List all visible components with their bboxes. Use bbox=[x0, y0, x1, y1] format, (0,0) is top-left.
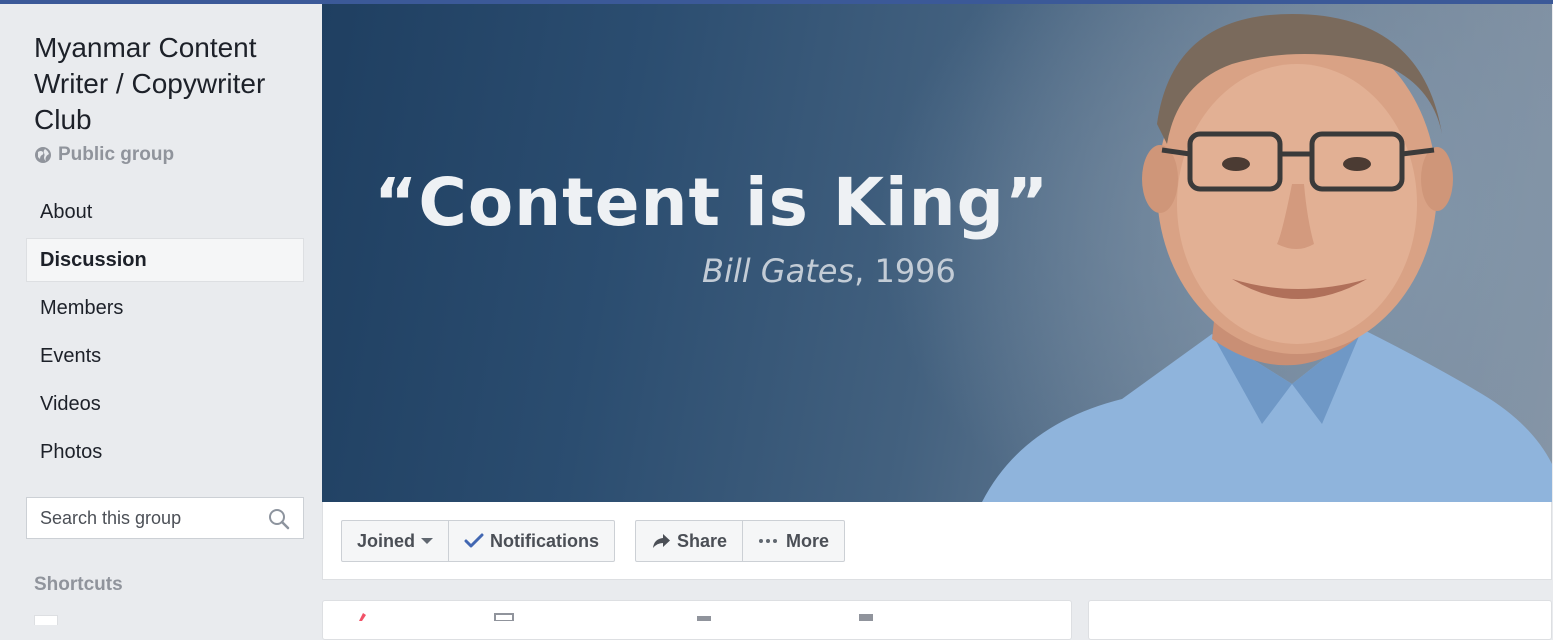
nav-item-members[interactable]: Members bbox=[26, 286, 304, 330]
more-button[interactable]: More bbox=[742, 521, 844, 561]
group-privacy: Public group bbox=[34, 144, 174, 166]
group-name[interactable]: Myanmar Content Writer / Copywriter Club bbox=[34, 30, 304, 138]
cover-photo[interactable]: “Content is King” Bill Gates, 1996 bbox=[322, 4, 1552, 502]
group-sidebar: Myanmar Content Writer / Copywriter Club… bbox=[0, 4, 320, 625]
privacy-label: Public group bbox=[58, 144, 175, 165]
group-action-bar: Joined Notifications Share More bbox=[322, 502, 1552, 580]
composer-card bbox=[322, 600, 1072, 640]
attribution-name: Bill Gates bbox=[702, 252, 855, 290]
check-icon bbox=[464, 533, 484, 548]
globe-icon bbox=[35, 147, 51, 163]
nav-item-discussion[interactable]: Discussion bbox=[26, 238, 304, 282]
cover-quote: “Content is King” bbox=[374, 164, 1050, 241]
share-label: Share bbox=[677, 530, 728, 551]
pencil-icon bbox=[359, 613, 366, 621]
portrait-illustration bbox=[982, 14, 1552, 502]
nav-item-events[interactable]: Events bbox=[26, 334, 304, 378]
live-video-icon bbox=[697, 616, 711, 621]
group-search bbox=[26, 497, 304, 539]
search-input[interactable] bbox=[40, 507, 260, 529]
joined-label: Joined bbox=[357, 530, 416, 551]
attribution-year: , 1996 bbox=[854, 252, 956, 290]
nav-item-photos[interactable]: Photos bbox=[26, 430, 304, 474]
nav-item-about[interactable]: About bbox=[26, 190, 304, 234]
photo-icon bbox=[494, 613, 514, 621]
joined-button[interactable]: Joined bbox=[342, 521, 448, 561]
cover-attribution: Bill Gates, 1996 bbox=[702, 252, 956, 290]
more-dots-icon bbox=[759, 539, 778, 543]
search-icon[interactable] bbox=[267, 507, 291, 531]
notifications-label: Notifications bbox=[490, 530, 600, 551]
more-options-icon bbox=[859, 614, 873, 621]
share-button[interactable]: Share bbox=[636, 521, 742, 561]
membership-button-group: Joined Notifications bbox=[341, 520, 616, 562]
share-more-button-group: Share More bbox=[635, 520, 846, 562]
notifications-button[interactable]: Notifications bbox=[448, 521, 614, 561]
shortcuts-heading: Shortcuts bbox=[34, 574, 123, 595]
group-nav: About Discussion Members Events Videos P… bbox=[26, 190, 304, 478]
nav-item-videos[interactable]: Videos bbox=[26, 382, 304, 426]
side-info-card bbox=[1088, 600, 1552, 640]
caret-down-icon bbox=[421, 538, 434, 544]
more-label: More bbox=[786, 530, 830, 551]
share-arrow-icon bbox=[653, 534, 670, 548]
